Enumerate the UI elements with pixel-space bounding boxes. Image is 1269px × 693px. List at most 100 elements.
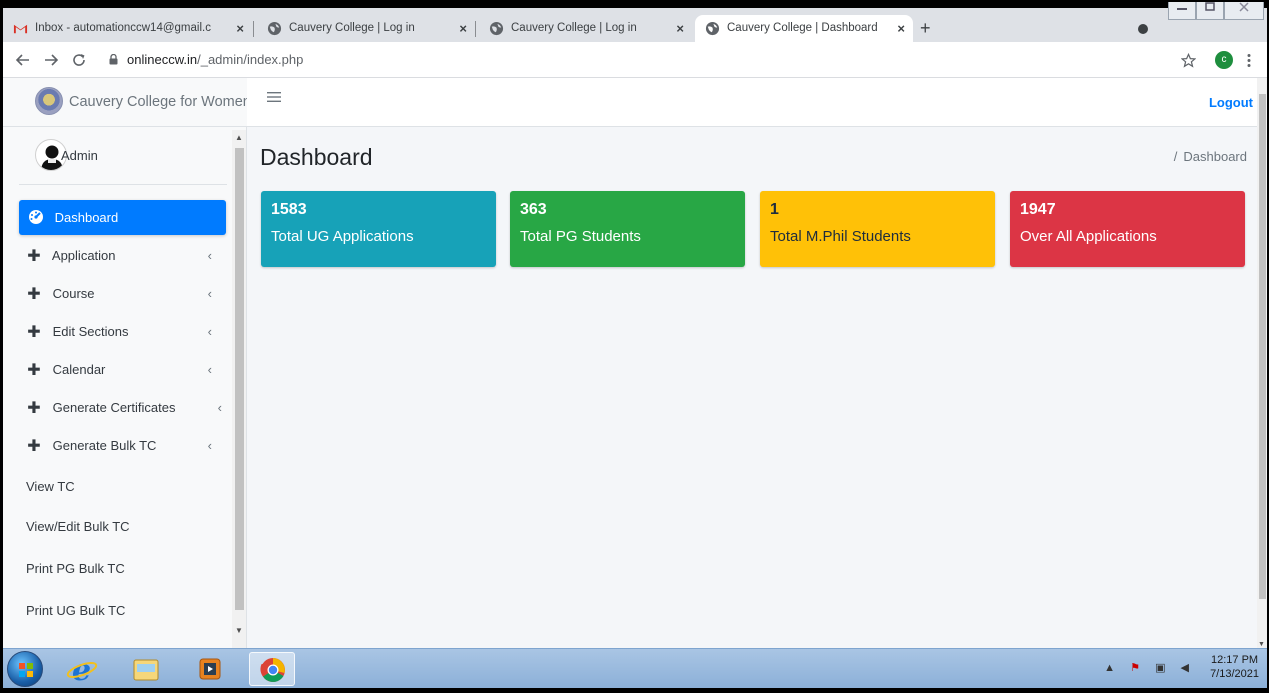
main-content: Dashboard / Dashboard 1583 Total UG Appli… [247,127,1257,648]
sidebar-item-generate-bulk-tc[interactable]: ✚ Generate Bulk TC ‹ [19,428,226,466]
logout-link[interactable]: Logout [1209,95,1253,110]
sidebar-item-dashboard[interactable]: Dashboard [19,200,226,235]
chevron-left-icon: ‹ [207,286,212,301]
chrome-taskbar-icon[interactable] [249,652,295,686]
tab-separator [253,21,254,37]
globe-icon [705,21,720,36]
tab-strip: Inbox - automationccw14@gmail.c × Cauver… [3,2,1267,42]
sidebar-item-label: Dashboard [54,210,119,225]
action-center-flag-icon[interactable]: ⚑ [1130,662,1146,674]
chevron-left-icon: ‹ [207,438,212,453]
sidebar-item-label: Application [51,248,116,263]
url-host: onlineccw.in [127,52,198,67]
bookmark-star-icon[interactable] [1181,53,1196,68]
plus-icon: ✚ [27,437,41,455]
file-explorer-icon[interactable] [123,652,169,686]
browser-toolbar: onlineccw.in/_admin/index.php c [3,42,1267,78]
brand-text: Cauvery College for Women [69,94,251,110]
url-path: /_admin/index.php [197,52,304,67]
profile-avatar[interactable]: c [1215,51,1233,69]
gmail-icon [13,24,28,34]
hamburger-menu-icon[interactable] [267,90,281,108]
sidebar-item-label: View TC [26,479,75,494]
sidebar-item-label: Generate Certificates [52,400,176,415]
close-tab-icon[interactable]: × [897,15,905,42]
plus-icon: ✚ [27,399,41,417]
page-scroll-thumb[interactable] [1259,94,1266,599]
sidebar-item-calendar[interactable]: ✚ Calendar ‹ [19,352,226,390]
stat-label: Over All Applications [1020,228,1157,245]
web-page: Cauvery College for Women Admin Dashboar… [3,78,1267,648]
stat-card-mphil-students[interactable]: 1 Total M.Phil Students [760,191,995,267]
sidebar-item-label: Generate Bulk TC [52,438,157,453]
sidebar-item-application[interactable]: ✚ Application ‹ [19,238,226,276]
stat-label: Total UG Applications [271,228,414,245]
stat-value: 1947 [1020,201,1056,218]
internet-explorer-icon[interactable]: e [59,652,105,688]
back-arrow-icon[interactable] [15,52,31,68]
sidebar-nav: Dashboard ✚ Application ‹ ✚ Course ‹ ✚ E… [19,200,226,632]
sidebar-item-label: Print UG Bulk TC [26,603,126,618]
minimize-icon[interactable] [1168,2,1196,20]
sidebar-brand[interactable]: Cauvery College for Women [3,78,251,127]
sidebar-item-label: View/Edit Bulk TC [26,519,130,534]
stat-label: Total M.Phil Students [770,228,911,245]
sidebar-item-print-pg-bulk-tc[interactable]: Print PG Bulk TC [19,548,226,590]
breadcrumb-item: Dashboard [1183,149,1247,164]
chevron-left-icon: ‹ [207,248,212,263]
browser-tab-login-2[interactable]: Cauvery College | Log in × [479,15,692,42]
sidebar-item-label: Print PG Bulk TC [26,561,125,576]
user-name[interactable]: Admin [61,148,98,163]
reload-icon[interactable] [71,52,87,68]
sidebar-scrollbar[interactable]: ▲ ▼ [232,130,246,648]
volume-icon[interactable]: ◀ [1181,662,1195,674]
scroll-down-icon[interactable]: ▼ [1258,641,1265,648]
plus-icon: ✚ [27,285,41,303]
stat-card-pg-students[interactable]: 363 Total PG Students [510,191,745,267]
sidebar-item-view-tc[interactable]: View TC [19,466,226,506]
college-logo [35,87,63,115]
taskbar-clock[interactable]: 12:17 PM 7/13/2021 [1210,653,1259,681]
clock-time: 12:17 PM [1210,654,1259,666]
stat-label: Total PG Students [520,228,641,245]
browser-tab-gmail[interactable]: Inbox - automationccw14@gmail.c × [3,15,250,42]
new-tab-button[interactable]: + [920,15,931,42]
tab-title: Cauvery College | Dashboard [727,22,878,34]
sidebar-item-view-edit-bulk-tc[interactable]: View/Edit Bulk TC [19,506,226,548]
system-tray-icons[interactable]: ▲ ⚑ ▣ ◀ [1104,661,1195,674]
tachometer-icon [25,201,47,236]
sidebar-item-print-ug-bulk-tc[interactable]: Print UG Bulk TC [19,590,226,632]
close-tab-icon[interactable]: × [236,15,244,42]
sidebar-item-generate-certificates[interactable]: ✚ Generate Certificates ‹ [19,390,226,428]
page-title: Dashboard [260,144,373,170]
sidebar: Cauvery College for Women Admin Dashboar… [3,78,251,648]
sidebar-scroll-thumb[interactable] [235,148,244,610]
close-tab-icon[interactable]: × [459,15,467,42]
stat-card-overall-applications[interactable]: 1947 Over All Applications [1010,191,1245,267]
chevron-left-icon: ‹ [207,362,212,377]
browser-tab-login-1[interactable]: Cauvery College | Log in × [257,15,475,42]
forward-arrow-icon[interactable] [43,52,59,68]
show-hidden-icons-icon[interactable]: ▲ [1104,662,1121,674]
close-tab-icon[interactable]: × [676,15,684,42]
media-player-icon[interactable] [187,652,233,686]
browser-menu-icon[interactable] [1246,53,1252,68]
chevron-left-icon: ‹ [207,324,212,339]
sidebar-item-edit-sections[interactable]: ✚ Edit Sections ‹ [19,314,226,352]
globe-icon [489,21,504,36]
scroll-down-icon[interactable]: ▼ [235,626,243,635]
user-panel: Admin [19,127,227,185]
plus-icon: ✚ [27,361,41,379]
stat-value: 363 [520,201,547,218]
windows-start-icon[interactable] [7,651,43,687]
sidebar-item-course[interactable]: ✚ Course ‹ [19,276,226,314]
maximize-icon[interactable] [1196,2,1224,20]
browser-tab-dashboard[interactable]: Cauvery College | Dashboard × [695,15,913,42]
page-scrollbar[interactable]: ▼ [1257,78,1267,648]
stat-card-ug-applications[interactable]: 1583 Total UG Applications [261,191,496,267]
address-bar[interactable]: onlineccw.in/_admin/index.php [103,47,1203,73]
media-record-icon[interactable] [1138,24,1148,34]
scroll-up-icon[interactable]: ▲ [235,133,243,142]
close-window-icon[interactable] [1224,2,1264,20]
network-icon[interactable]: ▣ [1155,662,1171,674]
